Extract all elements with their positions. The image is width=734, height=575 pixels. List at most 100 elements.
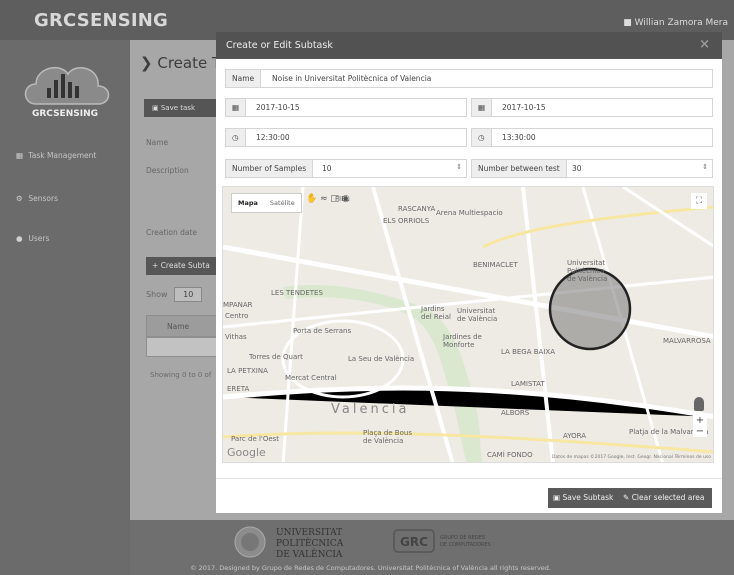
circle-icon[interactable]: ◉	[342, 194, 350, 204]
map-label: del Reial	[421, 313, 451, 321]
table-row	[146, 337, 218, 357]
save-icon: ▣	[553, 493, 561, 502]
modal-footer-divider	[216, 478, 722, 479]
between-label: Number between test	[472, 160, 567, 177]
sidebar-item-task-management[interactable]: ▦ Task Management	[16, 151, 96, 160]
user-icon: ●	[16, 234, 23, 243]
end-date-value: 2017-10-15	[502, 103, 546, 112]
map-label: LA BEGA BAIXA	[501, 348, 555, 356]
save-subtask-button[interactable]: ▣ Save Subtask	[548, 488, 619, 508]
monitor-icon: ▦	[16, 151, 24, 160]
map-label: BENIMACLET	[473, 261, 518, 269]
polyline-icon[interactable]: ≈	[320, 194, 328, 204]
map-label: de València	[363, 437, 403, 445]
plus-icon: +	[152, 261, 159, 270]
map-label: Torres de Quart	[248, 353, 303, 361]
map-label: MALVARROSA	[663, 337, 711, 345]
modal-title: Create or Edit Subtask	[226, 40, 333, 51]
end-time-field[interactable]: ◷ 13:30:00	[471, 128, 713, 147]
name-field[interactable]: Name Noise in Universitat Politècnica of…	[225, 69, 713, 88]
pegman-icon[interactable]	[694, 397, 704, 411]
start-date-field[interactable]: ▦ 2017-10-15	[225, 98, 467, 117]
sidebar-item-users[interactable]: ● Users	[16, 234, 49, 243]
map-label: LES TENDETES	[271, 289, 323, 297]
map-label: Monforte	[443, 341, 474, 349]
map-type-control: Mapa Satélite	[231, 193, 302, 213]
create-subtask-button[interactable]: + Create Subta	[146, 257, 218, 275]
clock-icon: ◷	[226, 129, 246, 146]
modal-header: Create or Edit Subtask ×	[216, 32, 722, 59]
zoom-out-icon[interactable]: −	[693, 426, 707, 437]
grc-sub-2: DE COMPUTADORES	[440, 542, 491, 548]
gear-icon: ⚙	[16, 194, 23, 203]
show-entries-select[interactable]: 10	[174, 287, 203, 302]
show-entries: Show 10	[146, 287, 203, 302]
start-time-field[interactable]: ◷ 12:30:00	[225, 128, 467, 147]
sidebar-item-label: Task Management	[28, 151, 97, 160]
map-label: Universitat	[567, 259, 605, 267]
table-header-name[interactable]: Name	[146, 315, 218, 337]
zoom-in-icon[interactable]: +	[693, 415, 707, 426]
univ-line-3: DE VALÈNCIA	[276, 548, 343, 560]
fullscreen-icon[interactable]: ⛶	[691, 193, 707, 209]
hand-icon[interactable]: ✋	[306, 194, 317, 204]
subtask-modal: Create or Edit Subtask × Name Noise in U…	[216, 32, 722, 513]
sidebar-item-label: Sensors	[28, 194, 59, 203]
end-date-field[interactable]: ▦ 2017-10-15	[471, 98, 713, 117]
drawing-tools: ✋ ≈ □ ◉	[306, 194, 350, 204]
close-icon[interactable]: ×	[699, 37, 710, 52]
samples-stepper[interactable]: Number of Samples 10 ⇕	[225, 159, 467, 178]
map-label: AYORA	[563, 432, 586, 440]
user-icon: ■	[623, 18, 632, 28]
between-test-stepper[interactable]: Number between test 30 ⇕	[471, 159, 713, 178]
name-label: Name	[146, 138, 169, 147]
map-label: LA PETXINA	[227, 367, 268, 375]
page-title: ❯ Create Ta	[140, 54, 228, 72]
logo-text: GRCSENSING	[32, 109, 98, 119]
map-label: CAMÍ FONDO	[487, 450, 533, 459]
user-name: Willian Zamora Mera	[634, 18, 728, 28]
map-label: Arena Multiespacio	[436, 209, 503, 217]
spinner-icon[interactable]: ⇕	[702, 163, 708, 171]
clear-area-button[interactable]: ✎ Clear selected area	[618, 488, 712, 508]
name-addon: Name	[226, 70, 262, 87]
map-label: Jardines de	[442, 333, 482, 341]
brand-title[interactable]: GRCSENSING	[34, 10, 168, 31]
spinner-icon[interactable]: ⇕	[456, 163, 462, 171]
between-value: 30	[572, 164, 582, 173]
map-label: Jardins	[420, 305, 445, 313]
grcsensing-logo: GRCSENSING	[24, 66, 110, 119]
description-label: Description	[146, 166, 189, 175]
sidebar-item-label: Users	[28, 234, 50, 243]
map-label: Parc de l'Oest	[231, 435, 279, 443]
copyright-text: © 2017. Designed by Grupo de Redes de Co…	[190, 564, 551, 572]
sidebar: GRCSENSING ▦ Task Management ⚙ Sensors ●…	[0, 40, 130, 575]
map-label: LAMISTAT	[511, 380, 545, 388]
map-label: RASCANYA	[398, 205, 435, 213]
map-view[interactable]: RASCANYA Arena Multiespacio ELS ORRIOLS BEN…	[222, 186, 714, 463]
start-time-value: 12:30:00	[256, 133, 290, 142]
grc-logo-text: GRC	[400, 535, 428, 549]
map-type-satellite[interactable]: Satélite	[264, 199, 301, 207]
grc-sub-1: GRUPO DE REDES	[440, 535, 485, 541]
map-type-map[interactable]: Mapa	[232, 199, 264, 207]
map-label: MPANAR	[223, 301, 253, 309]
map-label: Centro	[225, 312, 248, 320]
map-label: La Seu de València	[348, 355, 414, 363]
name-value: Noise in Universitat Politècnica of Vale…	[272, 74, 432, 83]
zoom-control: + −	[693, 415, 707, 437]
user-menu[interactable]: ■ Willian Zamora Mera	[623, 18, 728, 28]
sidebar-item-sensors[interactable]: ⚙ Sensors	[16, 194, 58, 203]
calendar-icon: ▦	[472, 99, 493, 116]
map-label: Vithas	[225, 333, 247, 341]
creation-date-label: Creation date	[146, 228, 198, 237]
save-icon: ▣	[152, 104, 159, 112]
map-label: ERETA	[227, 385, 249, 393]
map-credit[interactable]: Datos de mapas ©2017 Google, Inst. Geogr…	[552, 455, 711, 460]
map-label: Politècnica	[567, 267, 605, 275]
rectangle-icon[interactable]: □	[331, 194, 340, 204]
map-canvas[interactable]: RASCANYA Arena Multiespacio ELS ORRIOLS BEN…	[223, 187, 714, 463]
save-task-button[interactable]: ▣ Save task	[144, 99, 216, 117]
eraser-icon: ✎	[623, 493, 630, 502]
map-label: Plaça de Bous	[363, 429, 412, 437]
